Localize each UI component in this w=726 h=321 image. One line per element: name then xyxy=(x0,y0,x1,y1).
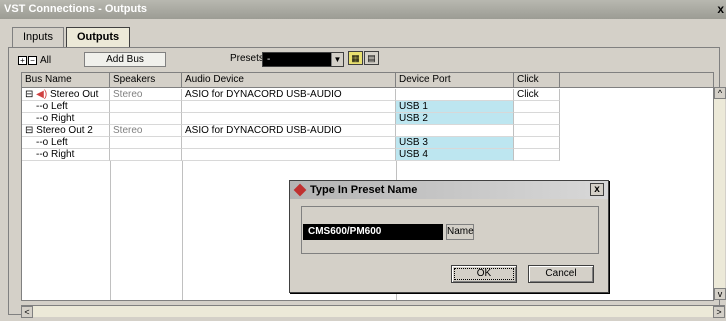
speakers-cell: Stereo xyxy=(110,89,182,101)
remove-preset-icon[interactable]: ▤ xyxy=(364,51,379,65)
name-label: Name xyxy=(446,224,474,240)
bus-name-cell[interactable]: ⊟ ◀) Stereo Out xyxy=(22,89,110,101)
col-device-port[interactable]: Device Port xyxy=(396,73,514,88)
tab-outputs[interactable]: Outputs xyxy=(65,27,131,48)
click-cell xyxy=(514,101,560,113)
dialog-close-button[interactable]: x xyxy=(590,183,604,196)
channel-node-icon: --o xyxy=(36,137,49,148)
col-speakers[interactable]: Speakers xyxy=(110,73,182,88)
vertical-scrollbar[interactable]: ^ v xyxy=(713,87,726,300)
bus-name-cell[interactable]: ⊟ Stereo Out 2 xyxy=(22,125,110,137)
speakers-cell xyxy=(110,137,182,149)
audio-device-cell xyxy=(182,101,396,113)
audio-device-cell[interactable]: ASIO for DYNACORD USB-AUDIO xyxy=(182,125,396,137)
col-click[interactable]: Click xyxy=(514,73,560,88)
all-label: All xyxy=(40,54,52,66)
bus-name-cell[interactable]: --o Right xyxy=(22,113,110,125)
dialog-title: Type In Preset Name xyxy=(310,184,418,196)
speaker-icon: ◀) xyxy=(36,89,48,100)
device-port-cell[interactable]: USB 1 xyxy=(396,101,514,113)
ok-button[interactable]: OK xyxy=(451,265,517,283)
device-port-cell[interactable] xyxy=(396,89,514,101)
audio-device-cell xyxy=(182,149,396,161)
expand-all-icon[interactable]: + xyxy=(18,55,27,65)
window-titlebar: VST Connections - Outputs x xyxy=(0,0,726,19)
table-row[interactable]: ⊟ ◀) Stereo Out Stereo ASIO for DYNACORD… xyxy=(22,89,560,101)
dialog-titlebar: Type In Preset Name x xyxy=(290,181,608,199)
column-divider xyxy=(110,161,111,300)
presets-dropdown[interactable]: - ▼ xyxy=(262,52,344,67)
click-cell[interactable] xyxy=(514,125,560,137)
scroll-up-icon[interactable]: ^ xyxy=(714,87,726,99)
speakers-cell xyxy=(110,113,182,125)
add-bus-button[interactable]: Add Bus xyxy=(84,52,166,67)
column-divider xyxy=(182,161,183,300)
audio-device-cell[interactable]: ASIO for DYNACORD USB-AUDIO xyxy=(182,89,396,101)
audio-device-cell xyxy=(182,113,396,125)
speakers-cell: Stereo xyxy=(110,125,182,137)
device-port-cell[interactable]: USB 4 xyxy=(396,149,514,161)
table-row[interactable]: --o Left USB 1 xyxy=(22,101,560,113)
window-close-button[interactable]: x xyxy=(717,0,724,19)
channel-node-icon: --o xyxy=(36,149,49,160)
speakers-cell xyxy=(110,149,182,161)
presets-label: Presets xyxy=(230,53,264,64)
click-cell[interactable]: Click xyxy=(514,89,560,101)
scroll-down-icon[interactable]: v xyxy=(714,288,726,300)
bus-name-cell[interactable]: --o Right xyxy=(22,149,110,161)
table-row[interactable]: --o Left USB 3 xyxy=(22,137,560,149)
click-cell xyxy=(514,149,560,161)
window-title: VST Connections - Outputs xyxy=(4,3,147,15)
scroll-left-icon[interactable]: < xyxy=(21,306,33,318)
cancel-button[interactable]: Cancel xyxy=(528,265,594,283)
table-header: Bus Name Speakers Audio Device Device Po… xyxy=(22,73,713,88)
preset-name-input[interactable]: CMS600/PM600 xyxy=(303,224,443,240)
presets-value: - xyxy=(267,54,271,65)
col-bus-name[interactable]: Bus Name xyxy=(22,73,110,88)
speakers-cell xyxy=(110,101,182,113)
expand-all-control[interactable]: + − All xyxy=(18,52,51,68)
audio-device-cell xyxy=(182,137,396,149)
click-cell xyxy=(514,113,560,125)
channel-node-icon: --o xyxy=(36,113,49,124)
collapse-all-icon[interactable]: − xyxy=(28,55,37,65)
scroll-right-icon[interactable]: > xyxy=(713,306,725,318)
col-filler xyxy=(560,73,713,88)
cubase-logo-icon xyxy=(293,183,307,197)
click-cell xyxy=(514,137,560,149)
table-row[interactable]: --o Right USB 2 xyxy=(22,113,560,125)
bus-name-cell[interactable]: --o Left xyxy=(22,101,110,113)
chevron-down-icon[interactable]: ▼ xyxy=(331,53,343,66)
tab-inputs[interactable]: Inputs xyxy=(12,27,64,47)
table-row[interactable]: --o Right USB 4 xyxy=(22,149,560,161)
device-port-cell[interactable]: USB 3 xyxy=(396,137,514,149)
col-audio-device[interactable]: Audio Device xyxy=(182,73,396,88)
store-preset-icon[interactable]: ▦ xyxy=(348,51,363,65)
preset-name-dialog: Type In Preset Name x CMS600/PM600 Name … xyxy=(289,180,609,293)
tab-bar: Inputs Outputs xyxy=(12,27,132,48)
device-port-cell[interactable] xyxy=(396,125,514,137)
channel-node-icon: --o xyxy=(36,101,49,112)
collapse-node-icon[interactable]: ⊟ xyxy=(25,125,33,136)
horizontal-scrollbar[interactable]: < > xyxy=(21,305,725,318)
table-row[interactable]: ⊟ Stereo Out 2 Stereo ASIO for DYNACORD … xyxy=(22,125,560,137)
device-port-cell[interactable]: USB 2 xyxy=(396,113,514,125)
bus-name-cell[interactable]: --o Left xyxy=(22,137,110,149)
collapse-node-icon[interactable]: ⊟ xyxy=(25,89,33,100)
